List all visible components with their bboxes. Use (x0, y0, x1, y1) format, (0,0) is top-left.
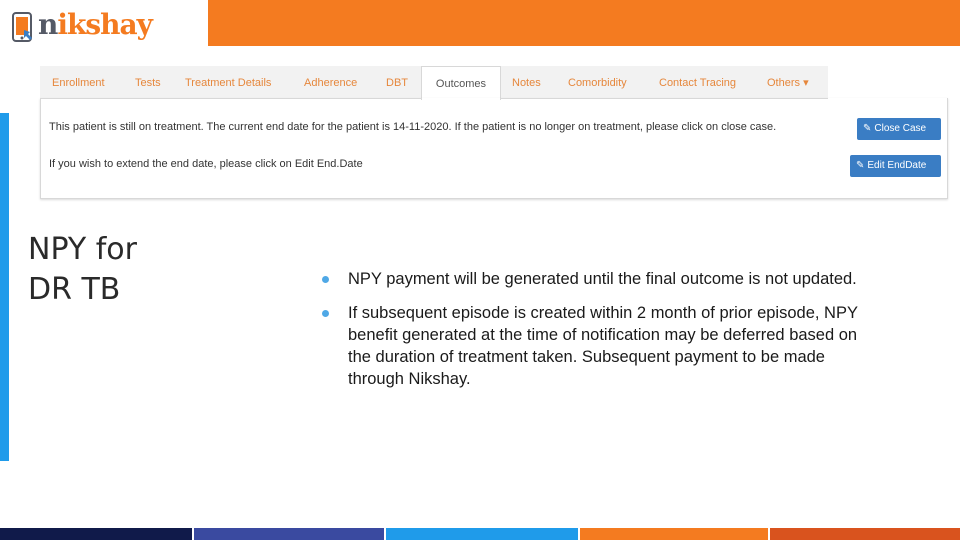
pencil-icon: ✎ (856, 160, 865, 171)
tab-notes[interactable]: Notes (512, 66, 541, 98)
tab-dbt[interactable]: DBT (386, 66, 408, 98)
tab-others[interactable]: Others ▾ (767, 66, 809, 98)
footer-segment (0, 528, 192, 540)
tab-adherence[interactable]: Adherence (304, 66, 357, 98)
edit-end-date-button[interactable]: ✎ Edit EndDate (850, 155, 941, 177)
tab-comorbidity[interactable]: Comorbidity (568, 66, 627, 98)
logo-wordmark: nikshay (38, 8, 153, 41)
tab-bar: Enrollment Tests Treatment Details Adher… (40, 66, 828, 100)
nikshay-outcomes-screenshot: Enrollment Tests Treatment Details Adher… (40, 66, 948, 200)
extend-date-message: If you wish to extend the end date, plea… (49, 158, 363, 170)
tab-tests[interactable]: Tests (135, 66, 161, 98)
bullet-text: NPY payment will be generated until the … (348, 270, 857, 288)
footer-segment (194, 528, 384, 540)
header-bar (208, 0, 960, 46)
tab-outcomes[interactable]: Outcomes (421, 66, 501, 100)
bullet-text: If subsequent episode is created within … (348, 304, 858, 388)
tab-treatment-details[interactable]: Treatment Details (185, 66, 271, 98)
close-case-message: This patient is still on treatment. The … (49, 121, 777, 133)
bullet-list: NPY payment will be generated until the … (320, 268, 880, 402)
footer-segment (386, 528, 578, 540)
slide-title-line2: DR TB (28, 272, 121, 307)
bullet-item: NPY payment will be generated until the … (320, 268, 880, 290)
nikshay-logo: nikshay (12, 8, 153, 52)
slide-title-line1: NPY for (28, 232, 137, 267)
footer-color-strip (0, 526, 960, 540)
left-accent-bar (0, 113, 9, 461)
bullet-dot-icon (322, 276, 329, 283)
slide-title: NPY for DR TB (28, 230, 137, 310)
phone-icon (12, 12, 32, 42)
footer-segment (580, 528, 768, 540)
pencil-icon: ✎ (863, 123, 872, 134)
outcomes-panel: This patient is still on treatment. The … (40, 98, 948, 199)
footer-segment (770, 528, 960, 540)
bullet-dot-icon (322, 310, 329, 317)
bullet-item: If subsequent episode is created within … (320, 302, 880, 390)
close-case-button[interactable]: ✎ Close Case (857, 118, 941, 140)
tab-contact-tracing[interactable]: Contact Tracing (659, 66, 736, 98)
tab-enrollment[interactable]: Enrollment (52, 66, 105, 98)
